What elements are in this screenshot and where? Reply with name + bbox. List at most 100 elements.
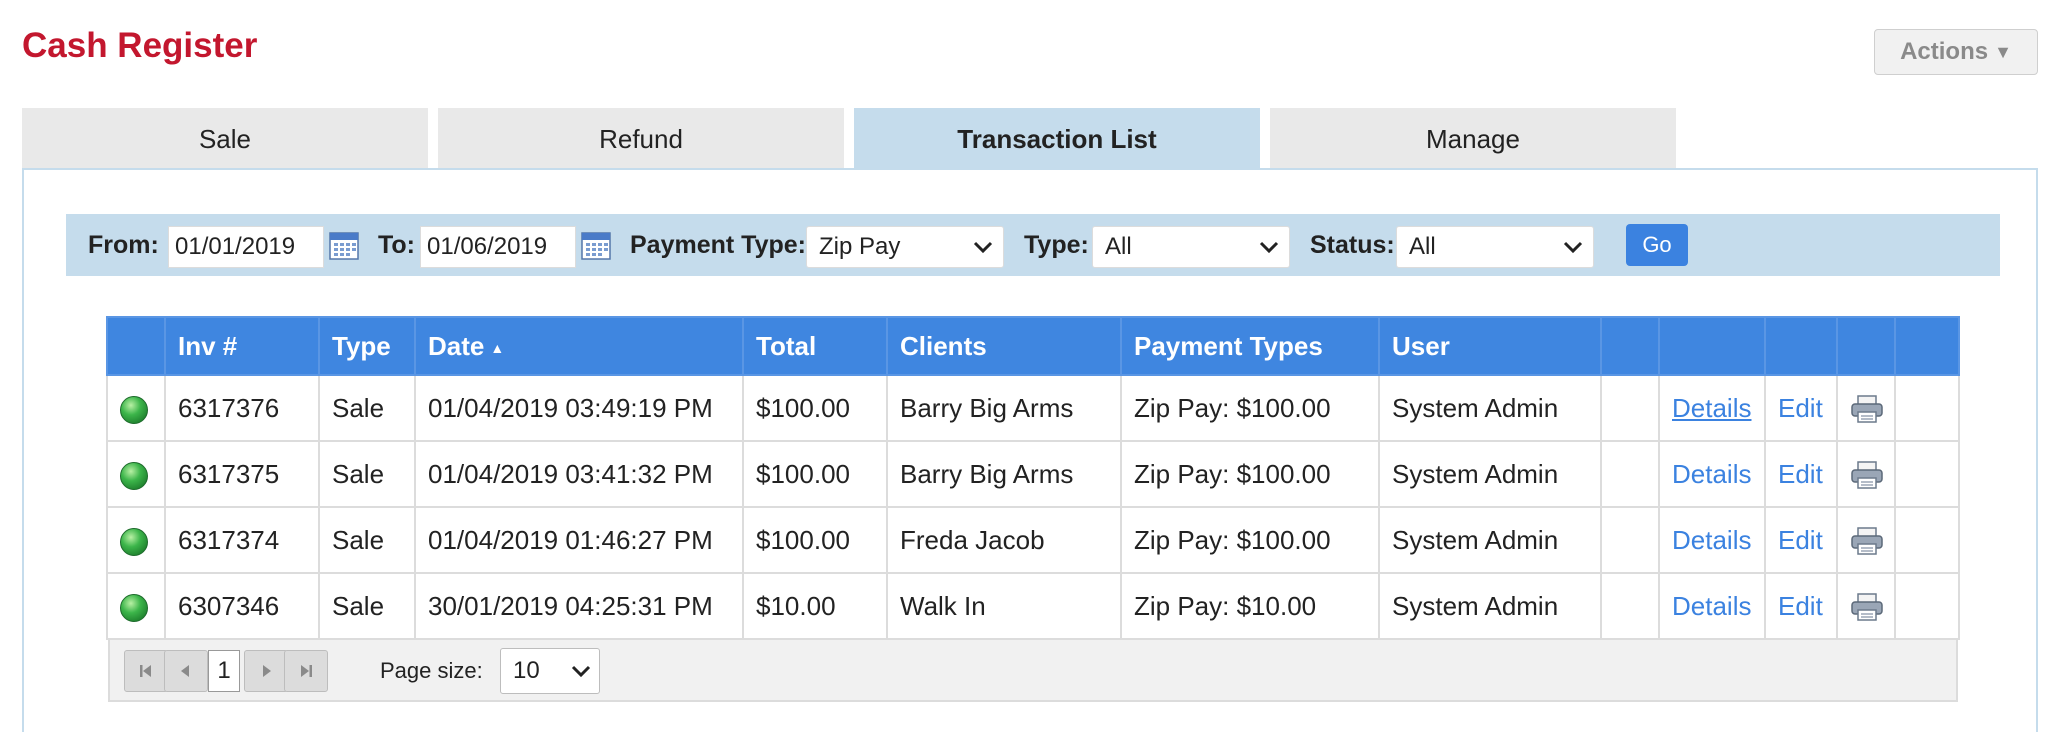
edit-cell: Edit bbox=[1764, 506, 1838, 574]
sort-ascending-icon: ▲ bbox=[490, 339, 505, 356]
payment-type-select[interactable]: Zip Pay bbox=[806, 226, 1004, 268]
col-inv-header[interactable]: Inv # bbox=[164, 316, 320, 376]
tab-manage[interactable]: Manage bbox=[1270, 108, 1676, 170]
col-edit-header bbox=[1764, 316, 1838, 376]
tab-transaction-list[interactable]: Transaction List bbox=[854, 108, 1260, 170]
payment-cell: Zip Pay: $100.00 bbox=[1120, 374, 1380, 442]
extra-cell bbox=[1894, 572, 1960, 640]
printer-icon[interactable] bbox=[1850, 460, 1884, 490]
calendar-icon[interactable] bbox=[328, 229, 360, 261]
details-link[interactable]: Details bbox=[1672, 459, 1751, 489]
page-size-select[interactable]: 10 bbox=[500, 648, 600, 694]
from-label: From: bbox=[88, 230, 159, 259]
edit-link[interactable]: Edit bbox=[1778, 393, 1823, 423]
extra-cell bbox=[1894, 506, 1960, 574]
col-details-header bbox=[1658, 316, 1766, 376]
inv-cell: 6307346 bbox=[164, 572, 320, 640]
first-page-icon bbox=[140, 665, 151, 677]
blank-cell bbox=[1600, 572, 1660, 640]
col-payment-types-header[interactable]: Payment Types bbox=[1120, 316, 1380, 376]
extra-cell bbox=[1894, 374, 1960, 442]
to-date-input[interactable]: 01/06/2019 bbox=[420, 226, 576, 268]
payment-cell: Zip Pay: $100.00 bbox=[1120, 440, 1380, 508]
edit-link[interactable]: Edit bbox=[1778, 525, 1823, 555]
col-date-header[interactable]: Date ▲ bbox=[414, 316, 744, 376]
filter-bar: From: 01/01/2019 To: 01/06/2019 Payment … bbox=[66, 214, 2000, 276]
type-cell: Sale bbox=[318, 374, 416, 442]
col-print-header bbox=[1836, 316, 1896, 376]
payment-type-label: Payment Type: bbox=[630, 230, 806, 259]
payment-type-value: Zip Pay bbox=[819, 233, 901, 260]
to-label: To: bbox=[378, 230, 416, 259]
printer-icon[interactable] bbox=[1850, 592, 1884, 622]
first-page-button[interactable] bbox=[124, 650, 168, 692]
col-clients-header[interactable]: Clients bbox=[886, 316, 1122, 376]
caret-down-icon: ▼ bbox=[1994, 41, 2012, 62]
extra-cell bbox=[1894, 440, 1960, 508]
date-cell: 01/04/2019 03:49:19 PM bbox=[414, 374, 744, 442]
payment-cell: Zip Pay: $100.00 bbox=[1120, 506, 1380, 574]
details-cell: Details bbox=[1658, 374, 1766, 442]
table-row[interactable]: 6307346 Sale 30/01/2019 04:25:31 PM $10.… bbox=[106, 572, 1960, 640]
details-link[interactable]: Details bbox=[1672, 591, 1751, 621]
table-row[interactable]: 6317375 Sale 01/04/2019 03:41:32 PM $100… bbox=[106, 440, 1960, 508]
edit-link[interactable]: Edit bbox=[1778, 591, 1823, 621]
total-cell: $100.00 bbox=[742, 506, 888, 574]
payment-cell: Zip Pay: $10.00 bbox=[1120, 572, 1380, 640]
next-page-button[interactable] bbox=[244, 650, 288, 692]
printer-icon[interactable] bbox=[1850, 526, 1884, 556]
type-cell: Sale bbox=[318, 440, 416, 508]
col-blank-header bbox=[1600, 316, 1660, 376]
status-green-dot-icon bbox=[120, 395, 148, 424]
print-cell bbox=[1836, 506, 1896, 574]
status-label: Status: bbox=[1310, 230, 1395, 259]
print-cell bbox=[1836, 374, 1896, 442]
last-page-button[interactable] bbox=[284, 650, 328, 692]
page-title: Cash Register bbox=[22, 26, 258, 65]
table-row[interactable]: 6317374 Sale 01/04/2019 01:46:27 PM $100… bbox=[106, 506, 1960, 574]
tab-refund[interactable]: Refund bbox=[438, 108, 844, 170]
details-link[interactable]: Details bbox=[1672, 525, 1751, 555]
col-extra-header bbox=[1894, 316, 1960, 376]
status-cell bbox=[106, 572, 166, 640]
col-date-label: Date bbox=[428, 330, 485, 361]
calendar-icon[interactable] bbox=[580, 229, 612, 261]
tab-sale[interactable]: Sale bbox=[22, 108, 428, 170]
table-header-row: Inv # Type Date ▲ Total Clients Payment T… bbox=[106, 316, 1960, 376]
status-select[interactable]: All bbox=[1396, 226, 1594, 268]
prev-page-button[interactable] bbox=[164, 650, 208, 692]
blank-cell bbox=[1600, 374, 1660, 442]
chevron-down-icon bbox=[571, 665, 591, 678]
details-link[interactable]: Details bbox=[1672, 393, 1751, 423]
cash-register-page: Cash Register Actions ▼ Sale Refund Tran… bbox=[0, 0, 2058, 732]
chevron-down-icon bbox=[1259, 241, 1279, 254]
blank-cell bbox=[1600, 440, 1660, 508]
prev-page-icon bbox=[181, 665, 189, 677]
status-green-dot-icon bbox=[120, 461, 148, 490]
printer-icon[interactable] bbox=[1850, 394, 1884, 424]
edit-link[interactable]: Edit bbox=[1778, 459, 1823, 489]
date-cell: 01/04/2019 03:41:32 PM bbox=[414, 440, 744, 508]
inv-cell: 6317375 bbox=[164, 440, 320, 508]
edit-cell: Edit bbox=[1764, 374, 1838, 442]
details-cell: Details bbox=[1658, 440, 1766, 508]
user-cell: System Admin bbox=[1378, 506, 1602, 574]
col-type-header[interactable]: Type bbox=[318, 316, 416, 376]
col-user-header[interactable]: User bbox=[1378, 316, 1602, 376]
page-size-label: Page size: bbox=[380, 658, 483, 683]
col-total-header[interactable]: Total bbox=[742, 316, 888, 376]
status-green-dot-icon bbox=[120, 527, 148, 556]
status-value: All bbox=[1409, 233, 1436, 260]
last-page-icon bbox=[301, 665, 312, 677]
go-button[interactable]: Go bbox=[1626, 224, 1688, 266]
current-page-indicator[interactable]: 1 bbox=[208, 650, 240, 692]
client-cell: Freda Jacob bbox=[886, 506, 1122, 574]
table-row[interactable]: 6317376 Sale 01/04/2019 03:49:19 PM $100… bbox=[106, 374, 1960, 442]
client-cell: Barry Big Arms bbox=[886, 440, 1122, 508]
status-green-dot-icon bbox=[120, 593, 148, 622]
type-select[interactable]: All bbox=[1092, 226, 1290, 268]
from-date-input[interactable]: 01/01/2019 bbox=[168, 226, 324, 268]
actions-button[interactable]: Actions ▼ bbox=[1874, 29, 2038, 75]
date-cell: 01/04/2019 01:46:27 PM bbox=[414, 506, 744, 574]
edit-cell: Edit bbox=[1764, 440, 1838, 508]
